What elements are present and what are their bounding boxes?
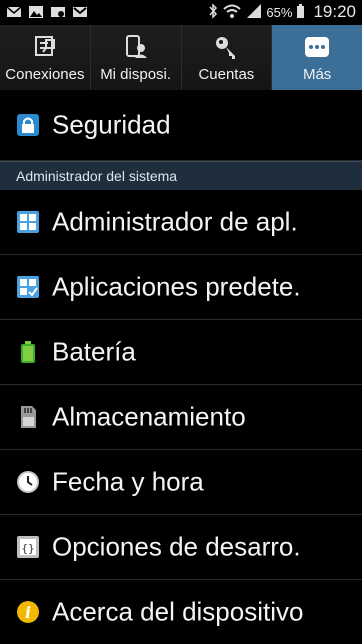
- section-header: Administrador del sistema: [0, 161, 362, 190]
- tab-label: Más: [302, 66, 332, 83]
- image-notification-icon: [28, 4, 44, 20]
- status-bar: 65% 19:20: [0, 0, 362, 25]
- settings-tab-bar: Conexiones Mi disposi. Cuentas Más: [0, 25, 362, 90]
- tab-cuentas[interactable]: Cuentas: [181, 25, 273, 90]
- list-item-opciones-desarrollo[interactable]: {} Opciones de desarro.: [0, 515, 362, 580]
- list-item-administrador-apl[interactable]: Administrador de apl.: [0, 190, 362, 255]
- clock-time: 19:20: [313, 2, 356, 21]
- list-item-label: Acerca del dispositivo: [52, 596, 304, 627]
- svg-text:{}: {}: [21, 542, 34, 555]
- tab-mi-dispositivo[interactable]: Mi disposi.: [90, 25, 182, 90]
- lock-icon: [16, 113, 40, 137]
- list-item-seguridad[interactable]: Seguridad: [0, 90, 362, 161]
- gmail-notification-icon: [72, 4, 88, 20]
- settings-list: Seguridad Administrador del sistema Admi…: [0, 90, 362, 644]
- tab-label: Mi disposi.: [100, 66, 172, 83]
- accounts-key-icon: [213, 34, 239, 60]
- list-item-label: Opciones de desarro.: [52, 531, 301, 562]
- list-item-label: Seguridad: [52, 109, 171, 140]
- list-item-label: Fecha y hora: [52, 466, 204, 497]
- list-item-almacenamiento[interactable]: Almacenamiento: [0, 385, 362, 450]
- connections-icon: [32, 34, 58, 60]
- message-notification-icon: [50, 4, 66, 20]
- info-icon: i: [16, 600, 40, 624]
- list-item-label: Batería: [52, 336, 136, 367]
- tab-conexiones[interactable]: Conexiones: [0, 25, 91, 90]
- battery-icon: [16, 340, 40, 364]
- section-header-label: Administrador del sistema: [16, 168, 178, 184]
- more-dots-icon: [304, 34, 330, 60]
- list-item-label: Administrador de apl.: [52, 206, 298, 237]
- battery-status-icon: [296, 3, 305, 22]
- tab-label: Cuentas: [198, 66, 255, 83]
- list-item-bateria[interactable]: Batería: [0, 320, 362, 385]
- list-item-acerca-dispositivo[interactable]: i Acerca del dispositivo: [0, 580, 362, 644]
- list-item-label: Almacenamiento: [52, 401, 246, 432]
- email-notification-icon: [6, 4, 22, 20]
- bluetooth-icon: [208, 2, 218, 22]
- tab-label: Conexiones: [5, 66, 85, 83]
- wifi-icon: [222, 3, 242, 22]
- default-apps-icon: [16, 275, 40, 299]
- tab-mas[interactable]: Más: [272, 25, 362, 90]
- battery-percent: 65%: [266, 4, 293, 20]
- svg-text:i: i: [25, 603, 31, 622]
- clock-icon: [16, 470, 40, 494]
- list-item-label: Aplicaciones predete.: [52, 271, 301, 302]
- list-item-aplicaciones-predete[interactable]: Aplicaciones predete.: [0, 255, 362, 320]
- developer-options-icon: {}: [16, 535, 40, 559]
- app-manager-icon: [16, 210, 40, 234]
- list-item-fecha-hora[interactable]: Fecha y hora: [0, 450, 362, 515]
- my-device-icon: [123, 34, 149, 60]
- storage-icon: [16, 405, 40, 429]
- signal-icon: [246, 3, 262, 22]
